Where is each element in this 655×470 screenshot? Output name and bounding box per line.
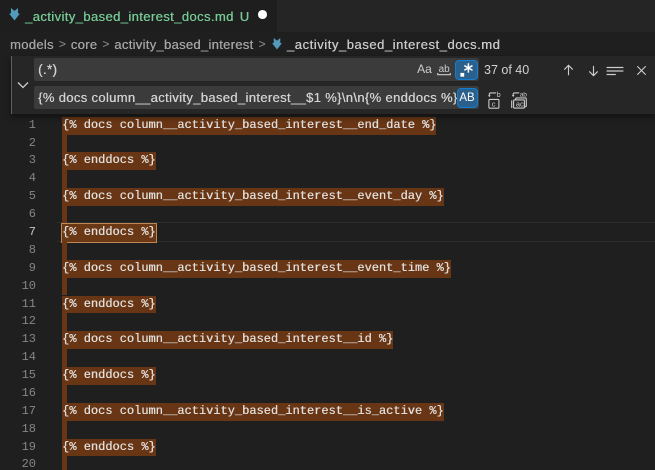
svg-text:c: c (491, 99, 495, 108)
svg-text:ac: ac (515, 100, 523, 109)
svg-text:ab: ab (439, 64, 451, 75)
svg-text:b: b (496, 92, 500, 99)
